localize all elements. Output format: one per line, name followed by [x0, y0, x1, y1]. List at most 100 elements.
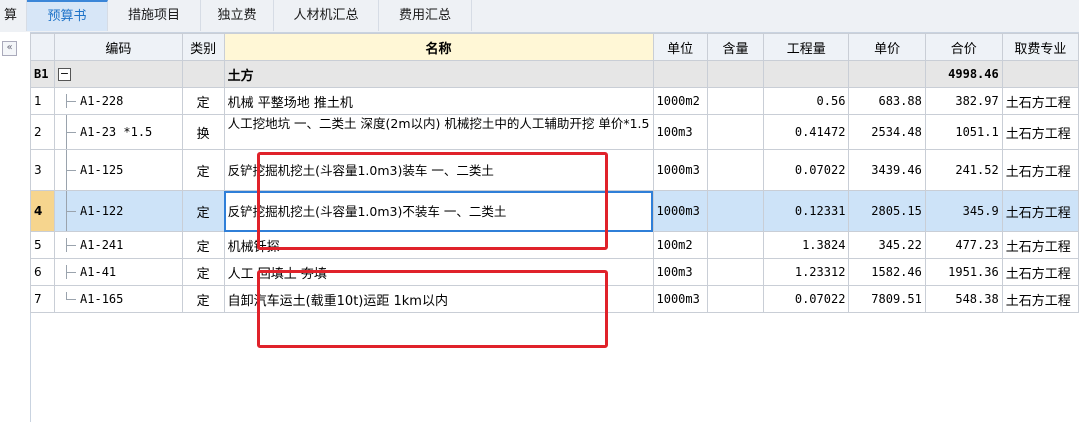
header-row: 编码 类别 名称 单位 含量 工程量 单价 合价 取费专业	[29, 33, 1079, 61]
tab-budget[interactable]: 预算书	[27, 0, 108, 31]
row-fee-specialty[interactable]: 土石方工程	[1001, 87, 1079, 115]
row-code[interactable]: A1-125	[58, 150, 179, 190]
row-unit-price[interactable]: 7809.51	[848, 285, 926, 313]
row-unit[interactable]: 1000m3	[652, 285, 708, 313]
row-total[interactable]: 1051.1	[924, 114, 1003, 150]
header-unit[interactable]: 单位	[652, 33, 708, 61]
row-total[interactable]: 241.52	[924, 149, 1003, 191]
row-code[interactable]: A1-23 *1.5	[58, 115, 179, 149]
row-total[interactable]: 477.23	[924, 231, 1003, 259]
group-fee-specialty	[1001, 60, 1079, 88]
row-content[interactable]	[706, 87, 765, 115]
row-unit-price[interactable]: 3439.46	[848, 149, 926, 191]
group-toggle-cell[interactable]: −	[54, 60, 183, 88]
row-fee-specialty[interactable]: 土石方工程	[1001, 231, 1079, 259]
row-name[interactable]: 反铲挖掘机挖土(斗容量1.0m3)装车 一、二类土	[223, 149, 654, 191]
row-quantity[interactable]: 1.3824	[763, 231, 850, 259]
row-total[interactable]: 345.9	[924, 190, 1003, 232]
table-row[interactable]: 7 A1-165 定 自卸汽车运土(载重10t)运距 1km以内 1000m3 …	[29, 285, 1079, 313]
row-fee-specialty[interactable]: 土石方工程	[1001, 114, 1079, 150]
group-row[interactable]: B1 − 土方 4998.46	[29, 60, 1079, 88]
row-number[interactable]: 2	[29, 114, 56, 150]
row-content[interactable]	[706, 190, 765, 232]
tab-labor-material-summary[interactable]: 人材机汇总	[274, 0, 379, 31]
row-number[interactable]: 7	[29, 285, 56, 313]
header-fee-specialty[interactable]: 取费专业	[1001, 33, 1079, 61]
row-type[interactable]: 定	[181, 258, 225, 286]
row-unit-price[interactable]: 2805.15	[848, 190, 926, 232]
row-code[interactable]: A1-228	[58, 94, 179, 108]
row-unit[interactable]: 100m2	[652, 231, 708, 259]
row-code[interactable]: A1-241	[58, 238, 179, 252]
row-code[interactable]: A1-122	[58, 191, 179, 231]
row-unit[interactable]: 1000m2	[652, 87, 708, 115]
row-unit-price[interactable]: 683.88	[848, 87, 926, 115]
group-name[interactable]: 土方	[223, 60, 654, 88]
row-content[interactable]	[706, 231, 765, 259]
header-total-price[interactable]: 合价	[924, 33, 1003, 61]
row-total[interactable]: 548.38	[924, 285, 1003, 313]
row-code[interactable]: A1-41	[58, 265, 179, 279]
row-content[interactable]	[706, 258, 765, 286]
row-type[interactable]: 定	[181, 87, 225, 115]
row-content[interactable]	[706, 149, 765, 191]
row-name[interactable]: 机械 平整场地 推土机	[223, 87, 654, 115]
group-unit-price	[848, 60, 926, 88]
row-type[interactable]: 换	[181, 114, 225, 150]
row-fee-specialty[interactable]: 土石方工程	[1001, 258, 1079, 286]
row-type[interactable]: 定	[181, 190, 225, 232]
row-name[interactable]: 人工挖地坑 一、二类土 深度(2m以内) 机械挖土中的人工辅助开挖 单价*1.5	[223, 114, 654, 150]
row-fee-specialty[interactable]: 土石方工程	[1001, 149, 1079, 191]
row-content[interactable]	[706, 114, 765, 150]
row-type[interactable]: 定	[181, 149, 225, 191]
row-number[interactable]: 4	[29, 190, 56, 232]
header-quantity[interactable]: 工程量	[763, 33, 850, 61]
row-number[interactable]: 5	[29, 231, 56, 259]
row-type[interactable]: 定	[181, 285, 225, 313]
row-name[interactable]: 人工 回填土 夯填	[223, 258, 654, 286]
collapse-icon[interactable]: «	[2, 41, 17, 56]
table-row[interactable]: 2 A1-23 *1.5 换 人工挖地坑 一、二类土 深度(2m以内) 机械挖土…	[29, 114, 1079, 150]
row-name[interactable]: 自卸汽车运土(载重10t)运距 1km以内	[223, 285, 654, 313]
row-fee-specialty[interactable]: 土石方工程	[1001, 285, 1079, 313]
row-unit[interactable]: 1000m3	[652, 149, 708, 191]
row-quantity[interactable]: 0.12331	[763, 190, 850, 232]
row-code[interactable]: A1-165	[58, 292, 179, 306]
row-unit[interactable]: 100m3	[652, 114, 708, 150]
collapse-toggle-icon[interactable]: −	[58, 67, 72, 81]
tab-fee-summary[interactable]: 费用汇总	[379, 0, 472, 31]
row-quantity[interactable]: 0.07022	[763, 285, 850, 313]
row-quantity[interactable]: 0.56	[763, 87, 850, 115]
row-unit[interactable]: 1000m3	[652, 190, 708, 232]
row-quantity[interactable]: 1.23312	[763, 258, 850, 286]
row-total[interactable]: 1951.36	[924, 258, 1003, 286]
row-number[interactable]: 6	[29, 258, 56, 286]
header-code[interactable]: 编码	[54, 33, 183, 61]
row-unit-price[interactable]: 1582.46	[848, 258, 926, 286]
row-name-editing[interactable]: 反铲挖掘机挖土(斗容量1.0m3)不装车 一、二类土	[223, 190, 654, 232]
row-fee-specialty[interactable]: 土石方工程	[1001, 190, 1079, 232]
side-tab-fragment[interactable]: 算	[0, 0, 27, 31]
row-number[interactable]: 3	[29, 149, 56, 191]
table-row[interactable]: 3 A1-125 定 反铲挖掘机挖土(斗容量1.0m3)装车 一、二类土 100…	[29, 149, 1079, 191]
header-unit-price[interactable]: 单价	[848, 33, 926, 61]
row-number[interactable]: 1	[29, 87, 56, 115]
header-name[interactable]: 名称	[223, 33, 654, 61]
header-type[interactable]: 类别	[181, 33, 225, 61]
row-quantity[interactable]: 0.41472	[763, 114, 850, 150]
row-name[interactable]: 机械钎探	[223, 231, 654, 259]
table-row-selected[interactable]: 4 A1-122 定 反铲挖掘机挖土(斗容量1.0m3)不装车 一、二类土 10…	[29, 190, 1079, 232]
table-row[interactable]: 5 A1-241 定 机械钎探 100m2 1.3824 345.22 477.…	[29, 231, 1079, 259]
row-unit-price[interactable]: 345.22	[848, 231, 926, 259]
table-row[interactable]: 6 A1-41 定 人工 回填土 夯填 100m3 1.23312 1582.4…	[29, 258, 1079, 286]
tab-independent-fees[interactable]: 独立费	[201, 0, 274, 31]
tab-measures[interactable]: 措施项目	[108, 0, 201, 31]
row-unit-price[interactable]: 2534.48	[848, 114, 926, 150]
row-total[interactable]: 382.97	[924, 87, 1003, 115]
row-quantity[interactable]: 0.07022	[763, 149, 850, 191]
row-content[interactable]	[706, 285, 765, 313]
row-type[interactable]: 定	[181, 231, 225, 259]
row-unit[interactable]: 100m3	[652, 258, 708, 286]
table-row[interactable]: 1 A1-228 定 机械 平整场地 推土机 1000m2 0.56 683.8…	[29, 87, 1079, 115]
header-content[interactable]: 含量	[706, 33, 765, 61]
